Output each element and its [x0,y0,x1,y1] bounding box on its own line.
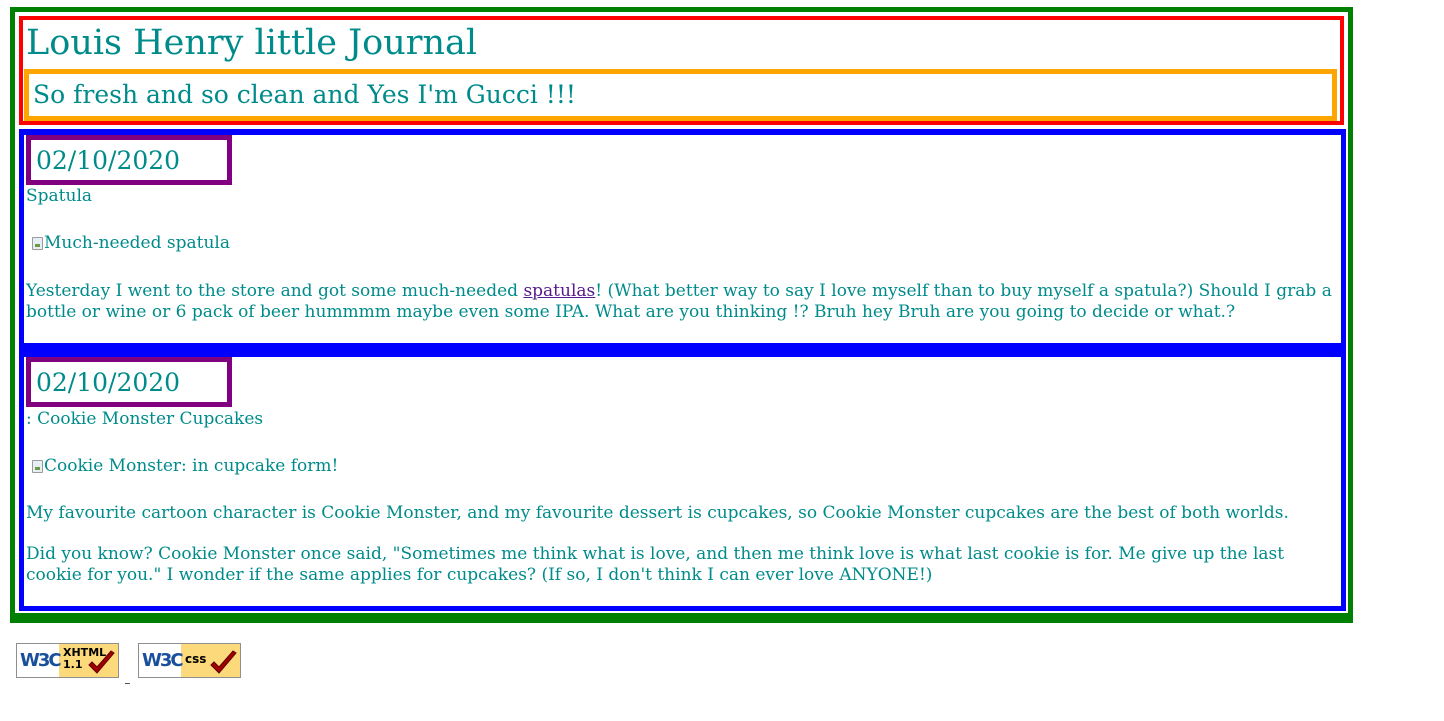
w3c-logo: W3C [20,650,62,671]
blog-post: 02/10/2020 : Cookie Monster Cupcakes Coo… [19,351,1346,611]
post-paragraph: Yesterday I went to the store and got so… [26,281,1336,323]
valid-css-badge[interactable]: W3C css [138,643,241,678]
post-image: Much-needed spatula [32,233,230,253]
link-underline-fragment[interactable] [125,683,130,684]
header: Louis Henry little Journal So fresh and … [19,16,1344,125]
post-image-alt: Much-needed spatula [44,233,230,253]
tagline-box: So fresh and so clean and Yes I'm Gucci … [24,69,1337,121]
badge-label: css [185,652,207,666]
post-date-box: 02/10/2020 [26,135,232,185]
broken-image-icon [32,237,43,250]
valid-xhtml-badge[interactable]: W3C XHTML 1.1 [16,643,119,678]
post-date: 02/10/2020 [36,368,181,397]
tagline: So fresh and so clean and Yes I'm Gucci … [33,80,576,109]
post-image-alt: Cookie Monster: in cupcake form! [44,456,339,476]
blog-post: 02/10/2020 Spatula Much-needed spatula Y… [19,129,1346,352]
page-container: Louis Henry little Journal So fresh and … [10,7,1353,623]
paragraph-text: Yesterday I went to the store and got so… [26,281,524,301]
site-title: Louis Henry little Journal [26,23,478,63]
w3c-logo: W3C [142,650,184,671]
post-image: Cookie Monster: in cupcake form! [32,456,338,476]
post-title: Spatula [26,186,93,206]
post-title: : Cookie Monster Cupcakes [26,409,264,429]
post-date: 02/10/2020 [36,146,181,175]
post-date-box: 02/10/2020 [26,357,232,407]
checkmark-icon [210,650,237,674]
post-paragraph: My favourite cartoon character is Cookie… [26,503,1289,523]
spatulas-link[interactable]: spatulas [523,281,595,301]
badge-version: 1.1 [63,658,83,671]
post-paragraph: Did you know? Cookie Monster once said, … [26,544,1285,585]
broken-image-icon [32,460,43,473]
checkmark-icon [88,650,115,674]
